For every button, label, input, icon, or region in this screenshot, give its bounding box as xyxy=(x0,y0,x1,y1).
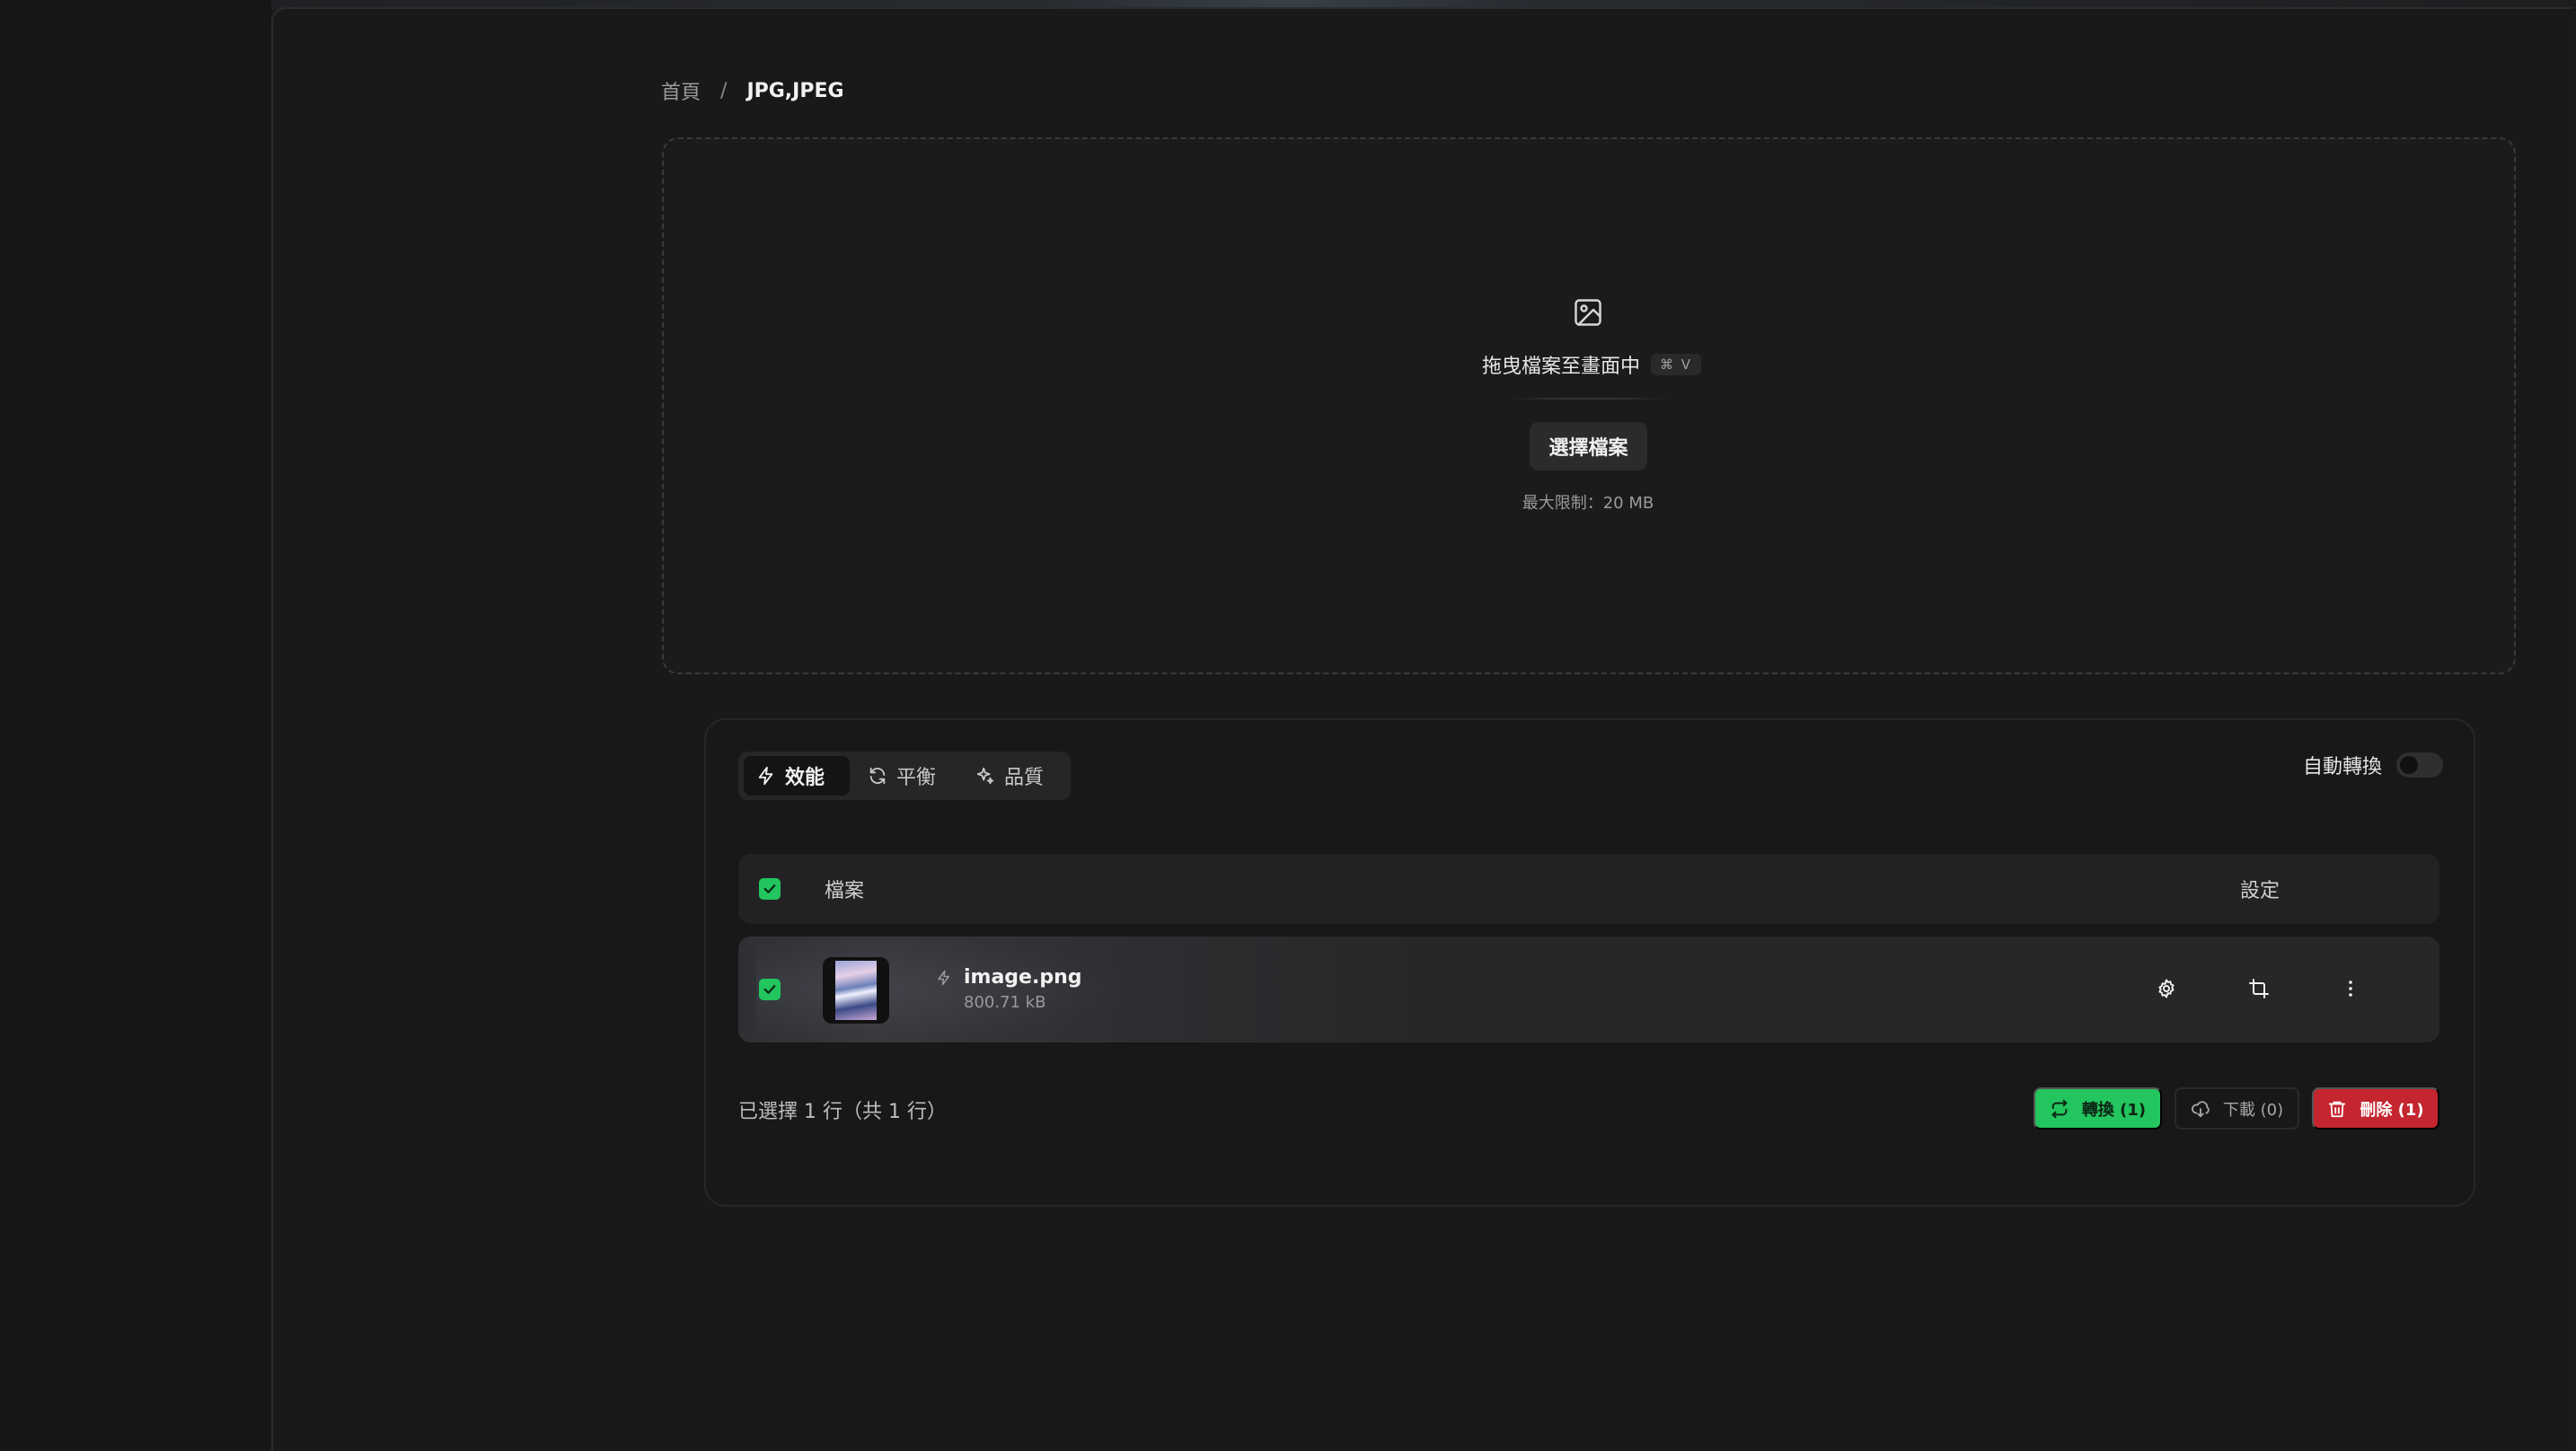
breadcrumb-current: JPG,JPEG xyxy=(746,79,844,102)
trash-icon xyxy=(2329,1101,2346,1117)
download-label: 下載 (0) xyxy=(2222,1100,2284,1120)
tab-label: 品質 xyxy=(1004,767,1045,789)
convert-button[interactable]: 轉換 (1) xyxy=(2033,1087,2162,1130)
dropzone-divider xyxy=(1511,398,1665,400)
download-button[interactable]: 下載 (0) xyxy=(2175,1087,2299,1130)
crop-icon xyxy=(2249,979,2269,998)
bolt-icon xyxy=(758,766,773,786)
image-icon xyxy=(1575,299,1601,326)
row-checkbox[interactable] xyxy=(759,979,781,1000)
more-options-button[interactable] xyxy=(2339,977,2362,1000)
cloud-download-icon xyxy=(2191,1100,2210,1117)
auto-convert-label: 自動轉換 xyxy=(2303,756,2383,778)
tab-performance[interactable]: 效能 xyxy=(744,756,850,796)
tab-label: 平衡 xyxy=(896,767,937,789)
column-header-file: 檔案 xyxy=(825,880,865,902)
breadcrumb-home-link[interactable]: 首頁 xyxy=(661,76,701,105)
paste-shortcut-hint: ⌘ V xyxy=(1651,354,1702,375)
mode-tabs: 效能 平衡 品質 xyxy=(738,752,1071,800)
auto-convert: 自動轉換 xyxy=(2303,751,2444,779)
dropzone-text: 拖曳檔案至畫面中 xyxy=(1482,356,1641,378)
row-background-blur xyxy=(756,937,1134,1042)
table-header xyxy=(738,854,2439,924)
check-icon xyxy=(763,884,776,893)
toggle-knob xyxy=(2400,756,2419,774)
convert-label: 轉換 (1) xyxy=(2081,1100,2147,1120)
settings-button[interactable] xyxy=(2155,977,2178,1000)
tab-balance[interactable]: 平衡 xyxy=(855,756,954,796)
more-vertical-icon xyxy=(2349,981,2352,997)
dropzone-instruction: 拖曳檔案至畫面中 ⌘ V xyxy=(1482,348,1702,381)
select-all-checkbox[interactable] xyxy=(759,878,781,900)
left-sidebar xyxy=(0,0,271,1449)
file-dropzone[interactable] xyxy=(662,137,2516,674)
crop-button[interactable] xyxy=(2247,977,2271,1000)
delete-button[interactable]: 刪除 (1) xyxy=(2312,1087,2439,1130)
thumbnail-image xyxy=(835,961,877,1020)
selection-summary: 已選擇 1 行（共 1 行） xyxy=(738,1101,947,1123)
choose-file-button[interactable]: 選擇檔案 xyxy=(1530,422,1647,470)
bolt-icon xyxy=(938,970,949,986)
max-size-limit: 最大限制：20 MB xyxy=(1522,494,1654,513)
tab-quality[interactable]: 品質 xyxy=(963,756,1063,796)
file-size: 800.71 kB xyxy=(964,993,1046,1012)
table-row[interactable] xyxy=(738,937,2439,1042)
file-thumbnail xyxy=(823,957,889,1024)
breadcrumb: 首頁 / JPG,JPEG xyxy=(661,75,844,106)
gear-icon xyxy=(2158,979,2175,998)
auto-convert-toggle[interactable] xyxy=(2396,752,2444,778)
refresh-icon xyxy=(869,767,886,785)
sparkles-icon xyxy=(976,767,994,785)
file-name: image.png xyxy=(964,966,1082,989)
delete-label: 刪除 (1) xyxy=(2360,1100,2424,1120)
column-header-settings: 設定 xyxy=(2240,880,2280,902)
tab-label: 效能 xyxy=(785,767,825,789)
breadcrumb-separator: / xyxy=(720,79,728,102)
repeat-icon xyxy=(2051,1099,2068,1118)
check-icon xyxy=(763,985,776,994)
